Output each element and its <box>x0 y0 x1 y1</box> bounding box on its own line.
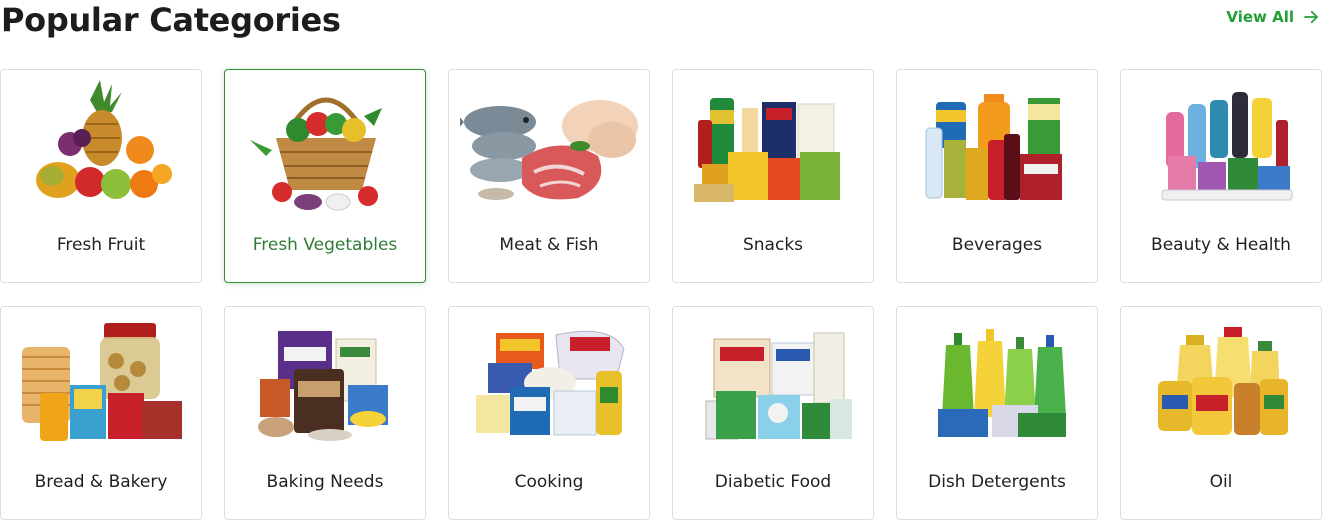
page-title: Popular Categories <box>1 1 341 39</box>
category-card-baking-needs[interactable]: Baking Needs <box>224 306 426 520</box>
view-all-label: View All <box>1226 8 1294 26</box>
category-label: Meat & Fish <box>499 235 599 255</box>
bread-bakery-icon <box>22 323 182 441</box>
category-card-fresh-vegetables[interactable]: Fresh Vegetables <box>224 69 426 283</box>
category-label: Bread & Bakery <box>34 472 168 492</box>
vegetable-basket-icon <box>250 97 382 211</box>
category-label: Beverages <box>951 235 1043 255</box>
category-card-dish-detergents[interactable]: Dish Detergents <box>896 306 1098 520</box>
category-label: Dish Detergents <box>928 472 1066 492</box>
category-label: Fresh Vegetables <box>252 235 398 255</box>
category-label: Beauty & Health <box>1151 235 1291 255</box>
beauty-health-icon <box>1161 92 1293 201</box>
category-card-bread-bakery[interactable]: Bread & Bakery <box>0 306 202 520</box>
category-card-snacks[interactable]: Snacks <box>672 69 874 283</box>
view-all-link[interactable]: View All <box>1226 8 1320 26</box>
baking-needs-icon <box>258 331 388 441</box>
category-card-beauty-health[interactable]: Beauty & Health <box>1120 69 1322 283</box>
category-card-cooking[interactable]: Cooking <box>448 306 650 520</box>
oil-bottles-icon <box>1158 327 1288 435</box>
category-grid: Fresh Fruit Fresh Vegetables Meat & Fish… <box>0 69 1322 520</box>
category-label: Fresh Fruit <box>56 235 146 255</box>
category-card-meat-fish[interactable]: Meat & Fish <box>448 69 650 283</box>
category-label: Oil <box>1209 472 1233 492</box>
fruit-basket-icon <box>36 80 172 199</box>
category-card-oil[interactable]: Oil <box>1120 306 1322 520</box>
section-header: Popular Categories View All <box>0 0 1322 44</box>
arrow-right-icon <box>1304 10 1318 24</box>
category-label: Diabetic Food <box>714 472 832 492</box>
category-card-diabetic-food[interactable]: Diabetic Food <box>672 306 874 520</box>
cooking-icon <box>476 330 625 436</box>
meat-fish-icon <box>460 100 638 200</box>
snacks-icon <box>694 98 840 202</box>
beverages-icon <box>925 94 1062 200</box>
category-label: Snacks <box>742 235 804 255</box>
diabetic-food-icon <box>705 332 852 440</box>
category-card-beverages[interactable]: Beverages <box>896 69 1098 283</box>
category-label: Baking Needs <box>266 472 384 492</box>
category-card-fresh-fruit[interactable]: Fresh Fruit <box>0 69 202 283</box>
category-label: Cooking <box>514 472 584 492</box>
dish-detergent-icon <box>938 329 1066 437</box>
